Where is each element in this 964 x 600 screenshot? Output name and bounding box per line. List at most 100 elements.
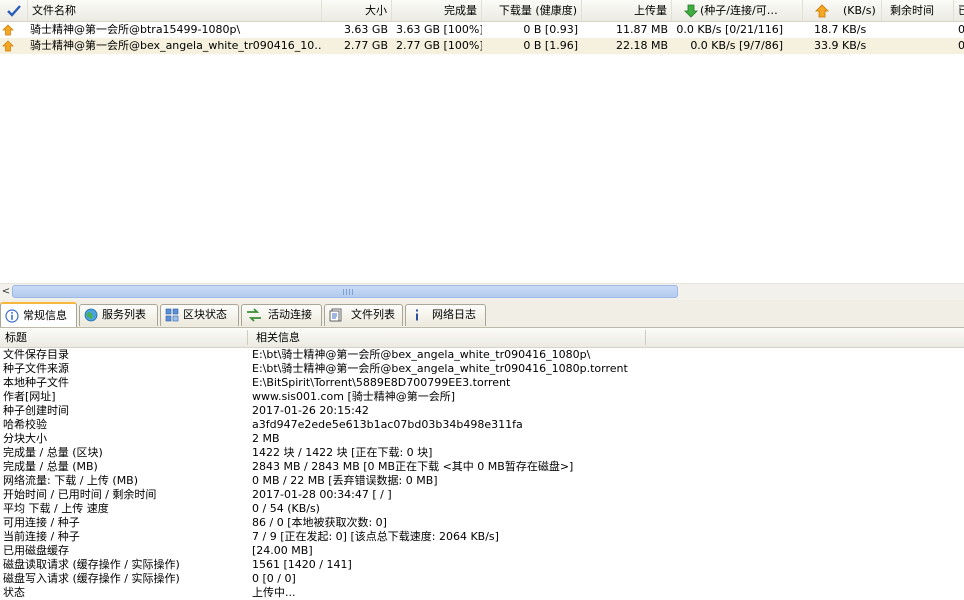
column-upload-rate[interactable]: (KB/s) bbox=[803, 0, 882, 21]
checkmark-icon bbox=[7, 5, 21, 17]
info-header-value[interactable]: 相关信息 bbox=[256, 328, 300, 347]
tab-block-status[interactable]: 区块状态 bbox=[160, 304, 239, 326]
info-key: 已用磁盘缓存 bbox=[3, 544, 69, 557]
info-value: 1561 [1420 / 141] bbox=[252, 558, 352, 571]
column-name[interactable]: 文件名称 bbox=[28, 0, 322, 21]
torrent-done: 3.63 GB [100%] bbox=[396, 23, 482, 36]
detail-tabs: 常规信息 服务列表 区块状态 活动连接 文件列表 网络日志 bbox=[0, 300, 964, 328]
info-key: 种子文件来源 bbox=[3, 362, 69, 375]
torrent-downloaded: 0 B [1.96] bbox=[523, 39, 578, 52]
torrent-name: 骑士精神@第一会所@btra15499-1080p\ bbox=[30, 23, 241, 36]
info-value: 2843 MB / 2843 MB [0 MB正在下载 <其中 0 MB暂存在磁… bbox=[252, 460, 574, 473]
info-key: 状态 bbox=[3, 586, 25, 599]
horizontal-scrollbar[interactable]: < bbox=[0, 283, 964, 300]
torrent-row[interactable]: 骑士精神@第一会所@btra15499-1080p\ 3.63 GB 3.63 … bbox=[0, 22, 964, 38]
info-key: 磁盘读取请求 (缓存操作 / 实际操作) bbox=[3, 558, 180, 571]
tab-service-list[interactable]: 服务列表 bbox=[79, 304, 158, 326]
info-key: 可用连接 / 种子 bbox=[3, 516, 80, 529]
info-header-key[interactable]: 标题 bbox=[5, 328, 27, 347]
info-key: 作者[网址] bbox=[3, 390, 56, 403]
download-arrow-icon bbox=[684, 4, 698, 18]
info-row[interactable]: 磁盘读取请求 (缓存操作 / 实际操作) 1561 [1420 / 141] bbox=[0, 558, 964, 572]
tab-label: 网络日志 bbox=[432, 308, 476, 321]
column-size[interactable]: 大小 bbox=[322, 0, 392, 21]
info-row[interactable]: 可用连接 / 种子 86 / 0 [本地被获取次数: 0] bbox=[0, 516, 964, 530]
info-value: E:\BitSpirit\Torrent\5889E8D700799EE3.to… bbox=[252, 376, 511, 389]
info-value: 86 / 0 [本地被获取次数: 0] bbox=[252, 516, 387, 529]
info-header: 标题 相关信息 bbox=[0, 328, 964, 348]
tab-label: 服务列表 bbox=[102, 308, 146, 321]
scrollbar-grip-icon bbox=[343, 289, 353, 295]
info-row[interactable]: 分块大小 2 MB bbox=[0, 432, 964, 446]
torrent-remaining bbox=[882, 22, 954, 38]
info-key: 完成量 / 总量 (MB) bbox=[3, 460, 98, 473]
info-row[interactable]: 完成量 / 总量 (区块) 1422 块 / 1422 块 [正在下载: 0 块] bbox=[0, 446, 964, 460]
tab-network-log[interactable]: 网络日志 bbox=[405, 304, 486, 326]
column-uploaded[interactable]: 上传量 bbox=[582, 0, 672, 21]
tab-general-info[interactable]: 常规信息 bbox=[0, 302, 77, 327]
info-row[interactable]: 本地种子文件 E:\BitSpirit\Torrent\5889E8D700799… bbox=[0, 376, 964, 390]
info-row[interactable]: 平均 下载 / 上传 速度 0 / 54 (KB/s) bbox=[0, 502, 964, 516]
info-row[interactable]: 作者[网址] www.sis001.com [骑士精神@第一会所] bbox=[0, 390, 964, 404]
blocks-icon bbox=[165, 308, 179, 322]
torrent-row[interactable]: 骑士精神@第一会所@bex_angela_white_tr090416_10… … bbox=[0, 38, 964, 54]
column-download-rate-label: (种子/连接/可… bbox=[700, 4, 778, 17]
tab-label: 文件列表 bbox=[351, 308, 395, 321]
info-row[interactable]: 开始时间 / 已用时间 / 剩余时间 2017-01-28 00:34:47 [ … bbox=[0, 488, 964, 502]
info-value: 2 MB bbox=[252, 432, 280, 445]
info-value: 0 / 54 (KB/s) bbox=[252, 502, 320, 515]
info-value: a3fd947e2ede5e613b1ac07bd03b34b498e311fa bbox=[252, 418, 523, 431]
info-key: 分块大小 bbox=[3, 432, 47, 445]
column-divider[interactable] bbox=[645, 330, 646, 345]
file-list-icon bbox=[329, 308, 342, 322]
column-divider[interactable] bbox=[247, 330, 248, 345]
info-value: 2017-01-26 20:15:42 bbox=[252, 404, 369, 417]
info-value: E:\bt\骑士精神@第一会所@bex_angela_white_tr09041… bbox=[252, 348, 591, 361]
info-key: 哈希校验 bbox=[3, 418, 47, 431]
info-row[interactable]: 磁盘写入请求 (缓存操作 / 实际操作) 0 [0 / 0] bbox=[0, 572, 964, 586]
globe-icon bbox=[84, 308, 98, 322]
info-value: 7 / 9 [正在发起: 0] [该点总下载速度: 2064 KB/s] bbox=[252, 530, 499, 543]
info-key: 平均 下载 / 上传 速度 bbox=[3, 502, 109, 515]
info-key: 文件保存目录 bbox=[3, 348, 69, 361]
info-row[interactable]: 种子文件来源 E:\bt\骑士精神@第一会所@bex_angela_white_t… bbox=[0, 362, 964, 376]
column-downloaded[interactable]: 下载量 (健康度) bbox=[482, 0, 582, 21]
torrent-download-rate: 0.0 KB/s [9/7/86] bbox=[690, 39, 783, 52]
torrent-size: 3.63 GB bbox=[343, 23, 388, 36]
tab-label: 常规信息 bbox=[23, 309, 67, 322]
torrent-uploaded: 11.87 MB bbox=[615, 23, 668, 36]
info-value: E:\bt\骑士精神@第一会所@bex_angela_white_tr09041… bbox=[252, 362, 628, 375]
info-value: 2017-01-28 00:34:47 [ / ] bbox=[252, 488, 392, 501]
info-row[interactable]: 状态 上传中... bbox=[0, 586, 964, 600]
scroll-left-button[interactable]: < bbox=[0, 284, 12, 300]
info-key: 本地种子文件 bbox=[3, 376, 69, 389]
torrent-uploaded: 22.18 MB bbox=[615, 39, 668, 52]
scrollbar-thumb[interactable] bbox=[12, 285, 678, 298]
column-extra[interactable]: 已 bbox=[954, 0, 964, 21]
info-row[interactable]: 文件保存目录 E:\bt\骑士精神@第一会所@bex_angela_white_t… bbox=[0, 348, 964, 362]
column-upload-rate-label: (KB/s) bbox=[843, 4, 876, 17]
log-info-icon bbox=[416, 309, 418, 321]
upload-arrow-icon bbox=[815, 4, 829, 18]
tab-label: 活动连接 bbox=[268, 308, 312, 321]
info-value: [24.00 MB] bbox=[252, 544, 313, 557]
info-row[interactable]: 哈希校验 a3fd947e2ede5e613b1ac07bd03b34b498e3… bbox=[0, 418, 964, 432]
info-row[interactable]: 种子创建时间 2017-01-26 20:15:42 bbox=[0, 404, 964, 418]
info-row[interactable]: 已用磁盘缓存 [24.00 MB] bbox=[0, 544, 964, 558]
torrent-extra: 0 bbox=[958, 23, 964, 36]
list-header: 文件名称 大小 完成量 下载量 (健康度) 上传量 (种子/连接/可… (KB/… bbox=[0, 0, 964, 22]
column-remaining[interactable]: 剩余时间 bbox=[882, 0, 954, 21]
torrent-downloaded: 0 B [0.93] bbox=[523, 23, 578, 36]
torrent-extra: 0 bbox=[958, 39, 964, 52]
tab-active-connections[interactable]: 活动连接 bbox=[241, 304, 322, 326]
column-download-rate[interactable]: (种子/连接/可… bbox=[672, 0, 803, 21]
info-row[interactable]: 完成量 / 总量 (MB) 2843 MB / 2843 MB [0 MB正在下载… bbox=[0, 460, 964, 474]
tab-file-list[interactable]: 文件列表 bbox=[324, 304, 403, 326]
info-row[interactable]: 网络流量: 下载 / 上传 (MB) 0 MB / 22 MB [丢弃错误数据: … bbox=[0, 474, 964, 488]
torrent-size: 2.77 GB bbox=[343, 39, 388, 52]
info-row[interactable]: 当前连接 / 种子 7 / 9 [正在发起: 0] [该点总下载速度: 2064 … bbox=[0, 530, 964, 544]
torrent-name: 骑士精神@第一会所@bex_angela_white_tr090416_10… bbox=[30, 39, 322, 52]
column-done[interactable]: 完成量 bbox=[392, 0, 482, 21]
info-value: 上传中... bbox=[252, 586, 296, 599]
select-all-column[interactable] bbox=[0, 0, 28, 21]
